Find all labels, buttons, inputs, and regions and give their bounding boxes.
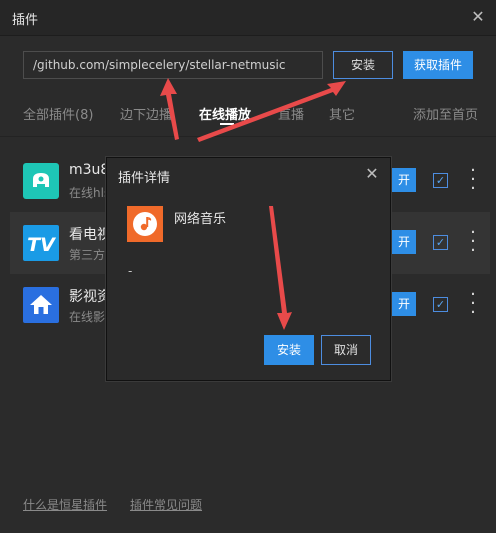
tv-icon: TV <box>23 225 59 261</box>
close-icon[interactable]: ✕ <box>470 9 486 25</box>
plugin-name: 网络音乐 <box>174 212 227 227</box>
plugin-description: 第三方 <box>69 248 105 262</box>
plugin-name: 看电视 <box>69 227 111 243</box>
dialog-cancel-button[interactable]: 取消 <box>321 335 371 365</box>
plugin-name: 影视资 <box>69 289 109 305</box>
close-icon[interactable]: ✕ <box>364 166 380 182</box>
music-note-icon <box>127 206 163 242</box>
plugin-enable-checkbox[interactable]: ✓ <box>433 173 448 188</box>
divider <box>0 136 496 137</box>
more-options-icon[interactable]: · · · <box>465 162 481 198</box>
tab-live[interactable]: 直播 <box>278 104 304 123</box>
plugin-faq-link[interactable]: 插件常见问题 <box>130 496 202 513</box>
dialog-header: 插件详情 ✕ <box>107 158 390 192</box>
tab-online-play[interactable]: 在线播放 <box>199 104 251 125</box>
title-bar: 插件 ✕ <box>0 0 496 36</box>
plugin-description: - <box>128 264 133 278</box>
plugin-details-dialog: 插件详情 ✕ 网络音乐 - 安装 取消 <box>106 157 391 381</box>
plugin-url-input[interactable] <box>23 51 323 79</box>
tab-download-play[interactable]: 边下边播 <box>120 104 172 123</box>
more-options-icon[interactable]: · · · <box>465 224 481 260</box>
plugin-description: 在线影 <box>69 310 105 324</box>
plugin-enable-checkbox[interactable]: ✓ <box>433 297 448 312</box>
get-plugins-button[interactable]: 获取插件 <box>403 51 473 79</box>
what-is-plugin-link[interactable]: 什么是恒星插件 <box>23 496 107 513</box>
plugin-description: 在线hls <box>69 186 111 200</box>
dialog-install-button[interactable]: 安装 <box>264 335 314 365</box>
window-title: 插件 <box>12 13 39 28</box>
home-icon <box>23 287 59 323</box>
svg-text:TV: TV <box>27 234 56 256</box>
tab-all-plugins[interactable]: 全部插件(8) <box>23 104 93 123</box>
more-options-icon[interactable]: · · · <box>465 286 481 322</box>
add-to-home-link[interactable]: 添加至首页 <box>413 104 478 123</box>
plugin-name: m3u8 <box>69 162 110 178</box>
plugin-enable-checkbox[interactable]: ✓ <box>433 235 448 250</box>
tab-other[interactable]: 其它 <box>329 104 355 123</box>
install-button[interactable]: 安装 <box>333 51 393 79</box>
m3u8-icon <box>23 163 59 199</box>
dialog-title: 插件详情 <box>118 171 171 186</box>
